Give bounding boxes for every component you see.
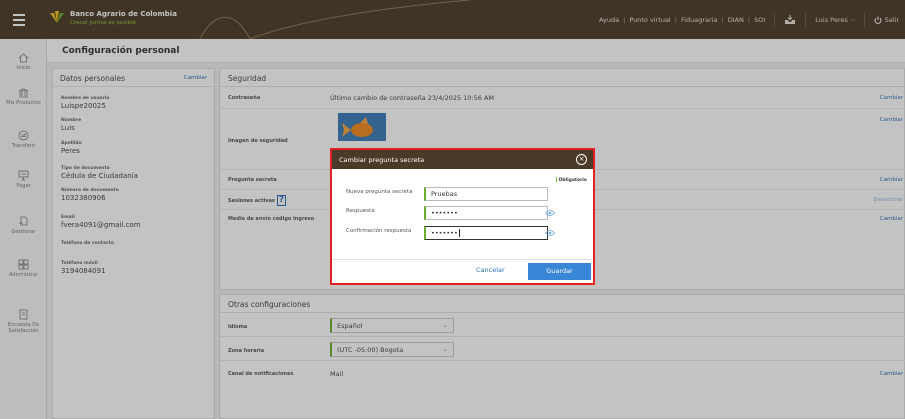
required-label: Obligatorio: [558, 178, 588, 183]
show-password-icon[interactable]: [545, 229, 555, 237]
save-button[interactable]: Guardar: [528, 263, 591, 280]
confirm-answer-label: Confirmación respuesta: [346, 228, 412, 234]
confirm-answer-input[interactable]: •••••••: [424, 226, 548, 240]
modal-title: Cambiar pregunta secreta: [339, 156, 425, 164]
confirm-answer-value: •••••••: [431, 229, 458, 237]
modal-header: Cambiar pregunta secreta ×: [332, 150, 593, 169]
close-icon[interactable]: ×: [576, 154, 587, 165]
text-caret: [458, 229, 460, 237]
new-question-label: Nueva pregunta secreta: [346, 189, 413, 195]
new-question-input[interactable]: Pruebas: [424, 187, 548, 201]
change-secret-question-modal: Cambiar pregunta secreta × Obligatorio N…: [330, 148, 595, 285]
answer-label: Respuesta: [346, 208, 375, 214]
answer-input[interactable]: •••••••: [424, 206, 548, 220]
required-bar: [555, 177, 557, 182]
show-password-icon[interactable]: [545, 209, 555, 217]
new-question-value: Pruebas: [431, 190, 458, 198]
modal-footer-divider: [332, 259, 593, 260]
answer-value: •••••••: [431, 209, 458, 217]
cancel-button[interactable]: Cancelar: [476, 266, 505, 274]
required-indicator: Obligatorio: [555, 177, 588, 183]
